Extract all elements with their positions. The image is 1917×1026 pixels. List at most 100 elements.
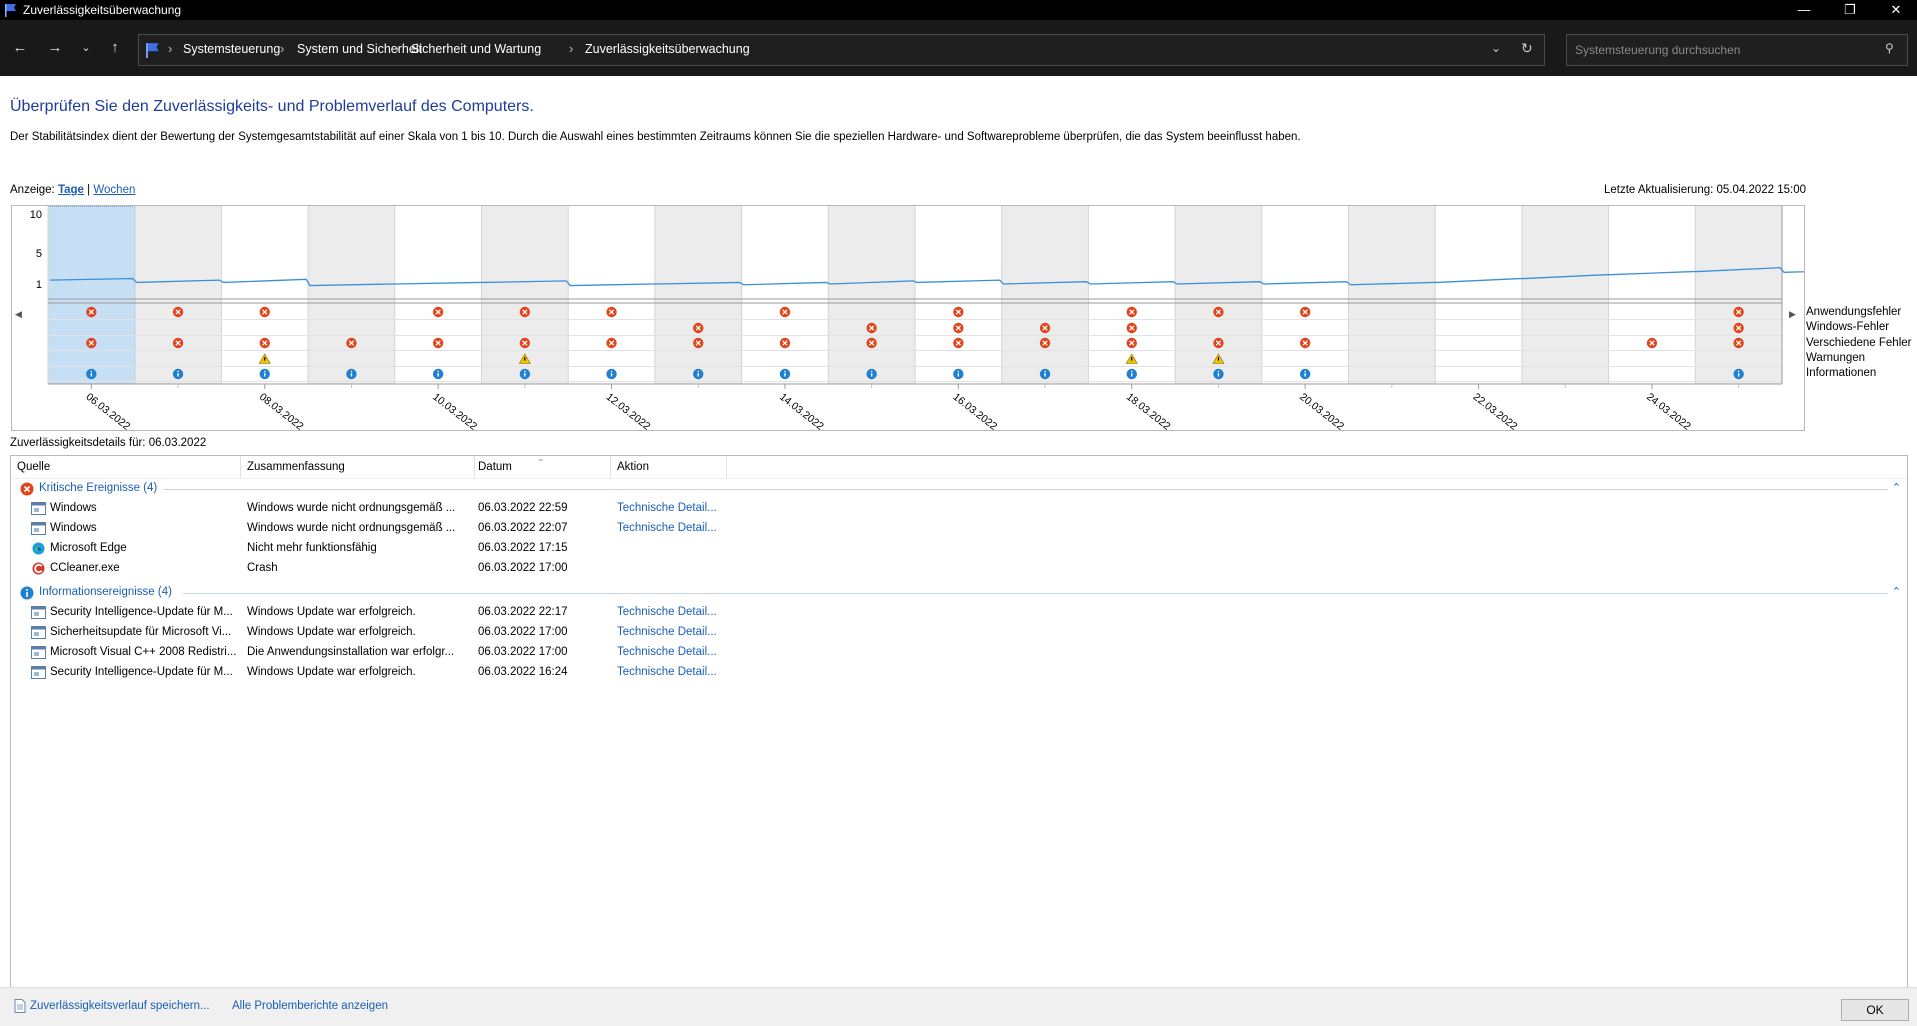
column-separator[interactable] [474,456,475,478]
row-source: Windows [50,522,97,534]
footer-bar: Zuverlässigkeitsverlauf speichern... All… [0,987,1917,1026]
row-summary: Crash [247,562,278,574]
information-icon-mark [697,373,699,377]
group-information-events[interactable]: Informationsereignisse (4) ⌃ [11,583,1907,603]
table-row[interactable]: Sicherheitsupdate für Microsoft Vi... Wi… [11,623,1901,643]
reliability-chart-svg[interactable]: 10 5 1 06.03.2022 08.03.2022 10.03.2022 12.03.… [12,205,1917,433]
technical-details-link[interactable]: Technische Detail... [617,522,727,534]
column-summary[interactable]: Zusammenfassung [247,461,345,473]
window-icon [31,606,46,619]
chart-scroll-right-icon[interactable]: ▶ [1789,309,1796,320]
information-icon-mark [1131,373,1133,377]
column-date[interactable]: Datum [478,461,512,473]
save-document-icon [14,999,26,1013]
collapse-icon[interactable]: ⌃ [1892,481,1901,494]
information-icon-dot [870,370,873,373]
information-icon [20,586,34,600]
collapse-icon[interactable]: ⌃ [1892,585,1901,598]
chart-column-shade [308,206,395,384]
column-action[interactable]: Aktion [617,461,649,473]
row-date: 06.03.2022 16:24 [478,666,568,678]
column-separator[interactable] [610,456,611,478]
ok-button[interactable]: OK [1841,999,1909,1021]
column-separator[interactable] [726,456,727,478]
forward-icon[interactable]: → [43,37,67,59]
group-information-label[interactable]: Informationsereignisse (4) [39,586,172,598]
back-icon[interactable]: ← [8,37,32,59]
row-date: 06.03.2022 17:00 [478,562,568,574]
date-label: 16.03.2022 [951,391,1000,430]
information-icon-dot [784,370,786,373]
table-row[interactable]: Windows Windows wurde nicht ordnungsgemä… [11,499,1901,519]
row-summary: Die Anwendungsinstallation war erfolgr..… [247,646,455,658]
search-icon[interactable]: ⚲ [1885,41,1894,55]
row-label-misc-errors: Verschiedene Fehler [1806,337,1912,349]
row-source: Security Intelligence-Update für M... [50,606,233,618]
information-icon-dot [1217,370,1220,373]
address-bar[interactable]: › Systemsteuerung › System und Sicherhei… [138,34,1545,66]
sort-indicator-icon: ⌄ [537,453,545,463]
technical-details-link[interactable]: Technische Detail... [617,666,727,678]
information-icon-dot [177,370,179,373]
table-row[interactable]: Microsoft Edge Nicht mehr funktionsfähig… [11,539,1901,559]
warning-icon-mark [1131,357,1133,361]
last-update-text: Letzte Aktualisierung: 05.04.2022 15:00 [1604,184,1807,196]
row-summary: Windows Update war erfolgreich. [247,666,416,678]
breadcrumb-system-und-sicherheit[interactable]: System und Sicherheit [297,42,422,56]
row-summary: Nicht mehr funktionsfähig [247,542,377,554]
information-icon-dot [1044,370,1046,373]
chart-column-shade [1695,206,1782,384]
row-source: CCleaner.exe [50,562,120,574]
technical-details-link[interactable]: Technische Detail... [617,502,727,514]
table-row[interactable]: Security Intelligence-Update für M... Wi… [11,663,1901,683]
breadcrumb-systemsteuerung[interactable]: Systemsteuerung [183,42,280,56]
technical-details-link[interactable]: Technische Detail... [617,606,727,618]
address-dropdown-icon[interactable]: ⌄ [1491,41,1501,55]
close-button[interactable]: ✕ [1873,0,1917,20]
view-weeks-link[interactable]: Wochen [93,184,135,196]
chart-scroll-left-icon[interactable]: ◀ [15,309,22,320]
group-divider [183,593,1888,594]
group-critical-events[interactable]: Kritische Ereignisse (4) ⌃ [11,479,1907,499]
minimize-button[interactable]: — [1781,0,1827,20]
flag-icon [5,4,16,17]
table-row[interactable]: CCleaner.exe Crash 06.03.2022 17:00 [11,559,1901,579]
restore-button[interactable]: ❐ [1827,0,1873,20]
recent-locations-icon[interactable]: ⌄ [74,37,98,59]
date-label: 18.03.2022 [1124,391,1173,430]
details-list[interactable]: Quelle Zusammenfassung Datum ⌄ Aktion Kr… [10,453,1908,989]
column-separator[interactable] [240,456,241,478]
view-all-reports-link[interactable]: Alle Problemberichte anzeigen [232,1000,388,1012]
chart-column-shade [1348,206,1436,384]
technical-details-link[interactable]: Technische Detail... [617,646,727,658]
information-icon-mark [1737,373,1740,377]
breadcrumb-zuverlaessigkeitsueberwachung[interactable]: Zuverlässigkeitsüberwachung [585,42,750,56]
technical-details-link[interactable]: Technische Detail... [617,626,727,638]
information-icon-dot [524,370,526,373]
table-row[interactable]: Microsoft Visual C++ 2008 Redistri... Di… [11,643,1901,663]
refresh-icon[interactable]: ↻ [1521,40,1533,57]
column-source[interactable]: Quelle [17,461,50,473]
table-row[interactable]: Windows Windows wurde nicht ordnungsgemä… [11,519,1901,539]
save-history-link[interactable]: Zuverlässigkeitsverlauf speichern... [30,1000,210,1012]
date-label: 08.03.2022 [257,391,306,430]
date-label: 20.03.2022 [1297,391,1346,430]
information-icon-mark [1044,373,1046,377]
information-icon-mark [90,373,93,377]
selected-day-column [47,205,136,385]
view-separator: | [87,184,91,196]
search-input[interactable] [1573,41,1877,59]
group-critical-label[interactable]: Kritische Ereignisse (4) [39,482,157,494]
breadcrumb-sicherheit-und-wartung[interactable]: Sicherheit und Wartung [411,42,541,56]
date-label: 12.03.2022 [604,391,653,430]
information-icon-mark [610,373,613,377]
row-date: 06.03.2022 17:15 [478,542,568,554]
search-box[interactable]: ⚲ [1566,34,1908,66]
row-source: Windows [50,502,97,514]
information-icon-mark [870,373,873,377]
information-icon-dot [437,370,439,373]
table-row[interactable]: Security Intelligence-Update für M... Wi… [11,603,1901,623]
reliability-chart[interactable]: 10 5 1 06.03.2022 08.03.2022 10.03.2022 12.03.… [11,205,1917,433]
up-icon[interactable]: ↑ [103,37,127,59]
view-days-link[interactable]: Tage [58,184,84,196]
